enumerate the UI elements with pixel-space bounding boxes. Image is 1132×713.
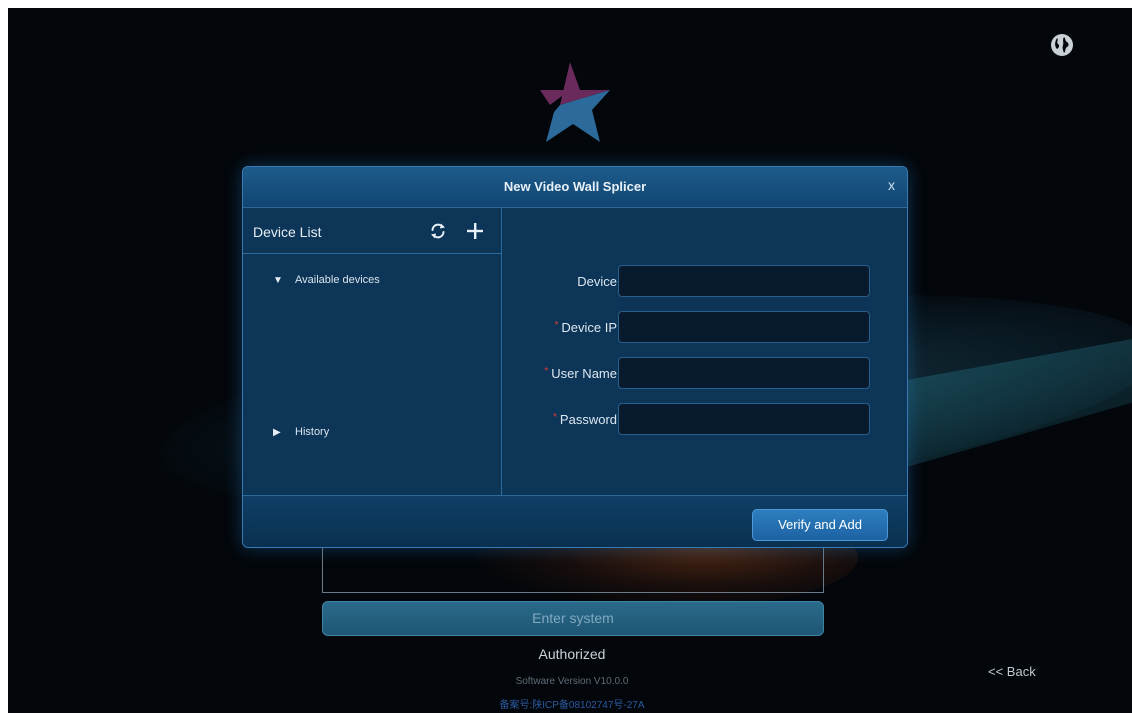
- password-label: * Password: [553, 412, 617, 427]
- icp-link[interactable]: 备案号:陕ICP备08102747号-27A: [322, 696, 822, 711]
- device-field[interactable]: [618, 265, 870, 297]
- dialog-footer: Verify and Add: [243, 495, 907, 547]
- globe-icon[interactable]: [1050, 33, 1074, 57]
- triangle-right-icon: ▶: [273, 427, 281, 438]
- close-icon[interactable]: x: [888, 177, 895, 193]
- new-video-wall-splicer-dialog: New Video Wall Splicer x Device List ▼ Av…: [242, 166, 908, 548]
- tree-node-label: Available devices: [295, 274, 380, 286]
- device-ip-row: * Device IP: [501, 311, 907, 345]
- login-panel-frame: [322, 544, 824, 593]
- required-marker: *: [554, 320, 559, 331]
- tree-node-available-devices[interactable]: ▼ Available devices: [273, 274, 380, 286]
- authorized-status: Authorized: [538, 646, 606, 662]
- software-version: Software Version V10.0.0: [515, 676, 629, 687]
- password-row: * Password: [501, 403, 907, 437]
- device-list-header: Device List: [243, 208, 501, 254]
- device-list-title: Device List: [253, 224, 322, 240]
- user-name-field[interactable]: [618, 357, 870, 389]
- required-marker: *: [553, 412, 557, 423]
- triangle-down-icon: ▼: [273, 275, 283, 286]
- device-ip-field[interactable]: [618, 311, 870, 343]
- enter-system-button[interactable]: Enter system: [322, 601, 824, 636]
- app-screen: Enter system Authorized Software Version…: [8, 8, 1132, 713]
- password-field[interactable]: [618, 403, 870, 435]
- plus-icon[interactable]: [465, 221, 485, 241]
- device-label: Device: [577, 274, 617, 289]
- required-marker: *: [544, 366, 549, 377]
- back-link[interactable]: << Back: [988, 664, 1036, 679]
- refresh-icon[interactable]: [429, 222, 447, 240]
- device-row: Device: [501, 265, 907, 299]
- user-name-label: * User Name: [544, 366, 617, 381]
- star-logo: [540, 62, 610, 142]
- tree-node-history[interactable]: ▶ History: [273, 426, 329, 438]
- user-name-row: * User Name: [501, 357, 907, 391]
- dialog-title: New Video Wall Splicer: [503, 179, 647, 194]
- dialog-header: New Video Wall Splicer x: [243, 167, 907, 208]
- device-ip-label: * Device IP: [554, 320, 617, 335]
- verify-and-add-button[interactable]: Verify and Add: [752, 509, 888, 541]
- device-list-pane: Device List ▼ Available devices ▶ History: [243, 208, 502, 495]
- tree-node-label: History: [295, 426, 330, 438]
